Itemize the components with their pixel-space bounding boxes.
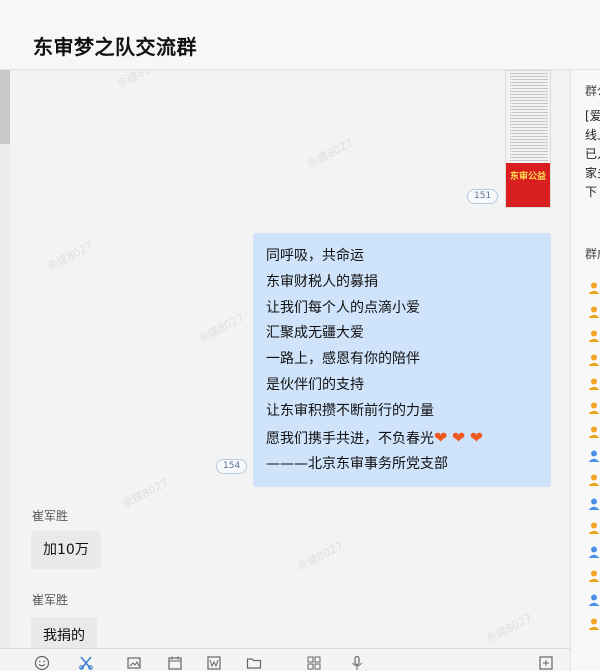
message-line: 是伙伴们的支持 <box>266 376 364 393</box>
notice-line: [爱 <box>585 109 600 123</box>
message-line: 汇聚成无疆大爱 <box>266 325 364 342</box>
member-avatar-icon[interactable] <box>587 352 600 366</box>
chat-header: 东审梦之队交流群 <box>0 0 600 70</box>
watermark: 佘建8027 <box>305 135 356 171</box>
scroll-thumb[interactable] <box>0 70 10 144</box>
group-title: 东审梦之队交流群 <box>33 35 197 59</box>
message-bubble[interactable]: 我捐的 <box>31 617 97 648</box>
member-avatar-icon[interactable] <box>587 424 600 438</box>
notice-line: 已入 <box>585 147 600 161</box>
member-avatar-icon[interactable] <box>587 400 600 414</box>
member-avatar-icon[interactable] <box>587 280 600 294</box>
member-avatar-icon[interactable] <box>587 376 600 390</box>
poster-logo: 东审公益 <box>506 163 550 207</box>
sender-name[interactable]: 崔军胜 <box>32 591 68 608</box>
screenshot-icon[interactable] <box>126 655 142 671</box>
read-count-badge[interactable]: 154 <box>216 459 248 474</box>
member-avatar-icon[interactable] <box>587 448 600 462</box>
scissors-icon[interactable] <box>78 655 94 671</box>
member-avatar-icon[interactable] <box>587 544 600 558</box>
watermark: 佘建8027 <box>295 538 346 574</box>
watermark: 佘建8027 <box>196 310 247 346</box>
poster-body-text <box>510 73 548 161</box>
notice-line: 线上 <box>585 128 600 142</box>
watermark: 佘建8027 <box>115 70 166 91</box>
watermark: 佘建8027 <box>45 238 96 274</box>
read-count-badge[interactable]: 151 <box>467 189 499 204</box>
folder-icon[interactable] <box>246 655 262 671</box>
member-avatar-icon[interactable] <box>587 496 600 510</box>
member-avatar-icon[interactable] <box>587 304 600 318</box>
member-avatar-icon[interactable] <box>587 328 600 342</box>
chat-scrollbar[interactable] <box>0 70 10 648</box>
group-info-panel: 群公 [爱 线上 已入 家多 下 群成 <box>570 70 600 671</box>
message-signature: ———北京东审事务所党支部 <box>266 456 448 473</box>
input-toolbar <box>0 648 570 671</box>
emoji-icon[interactable] <box>34 655 50 671</box>
message-line: 让东审积攒不断前行的力量 <box>266 402 434 419</box>
heart-emoji: ❤ <box>451 427 466 447</box>
word-icon[interactable] <box>206 655 222 671</box>
members-heading: 群成 <box>585 247 600 261</box>
watermark: 佘建8027 <box>484 610 535 646</box>
member-avatar-icon[interactable] <box>587 472 600 486</box>
message-line: 一路上，感恩有你的陪伴 <box>266 351 420 368</box>
message-line: 东审财税人的募捐 <box>266 273 378 290</box>
sender-name[interactable]: 崔军胜 <box>32 507 68 524</box>
notice-heading: 群公 <box>585 84 600 98</box>
member-avatar-icon[interactable] <box>587 520 600 534</box>
apps-icon[interactable] <box>306 655 322 671</box>
message-line: 愿我们携手共进，不负春光❤ ❤ ❤ <box>266 425 538 453</box>
microphone-icon[interactable] <box>349 655 365 671</box>
notice-line: 家多 <box>585 166 600 180</box>
heart-emoji: ❤ <box>434 427 448 447</box>
message-area[interactable]: 东审公益 151 同呼吸，共命运 东审财税人的募捐 让我们每个人的点滴小爱 汇聚… <box>0 70 570 648</box>
heart-emoji: ❤ <box>469 427 484 447</box>
member-avatar-icon[interactable] <box>587 616 600 630</box>
message-line: 同呼吸，共命运 <box>266 248 364 264</box>
message-bubble[interactable]: 加10万 <box>31 531 101 569</box>
image-message[interactable]: 东审公益 <box>505 70 551 208</box>
member-avatar-icon[interactable] <box>587 568 600 582</box>
expand-icon[interactable] <box>538 655 554 671</box>
notice-line: 下 <box>585 185 598 199</box>
watermark: 佘建8027 <box>120 475 171 511</box>
message-line-text: 愿我们携手共进，不负春光 <box>266 430 434 447</box>
text-message-bubble[interactable]: 同呼吸，共命运 东审财税人的募捐 让我们每个人的点滴小爱 汇聚成无疆大爱 一路上… <box>253 233 551 487</box>
member-avatar-icon[interactable] <box>587 592 600 606</box>
calendar-icon[interactable] <box>167 655 183 671</box>
message-line: 让我们每个人的点滴小爱 <box>266 299 420 316</box>
